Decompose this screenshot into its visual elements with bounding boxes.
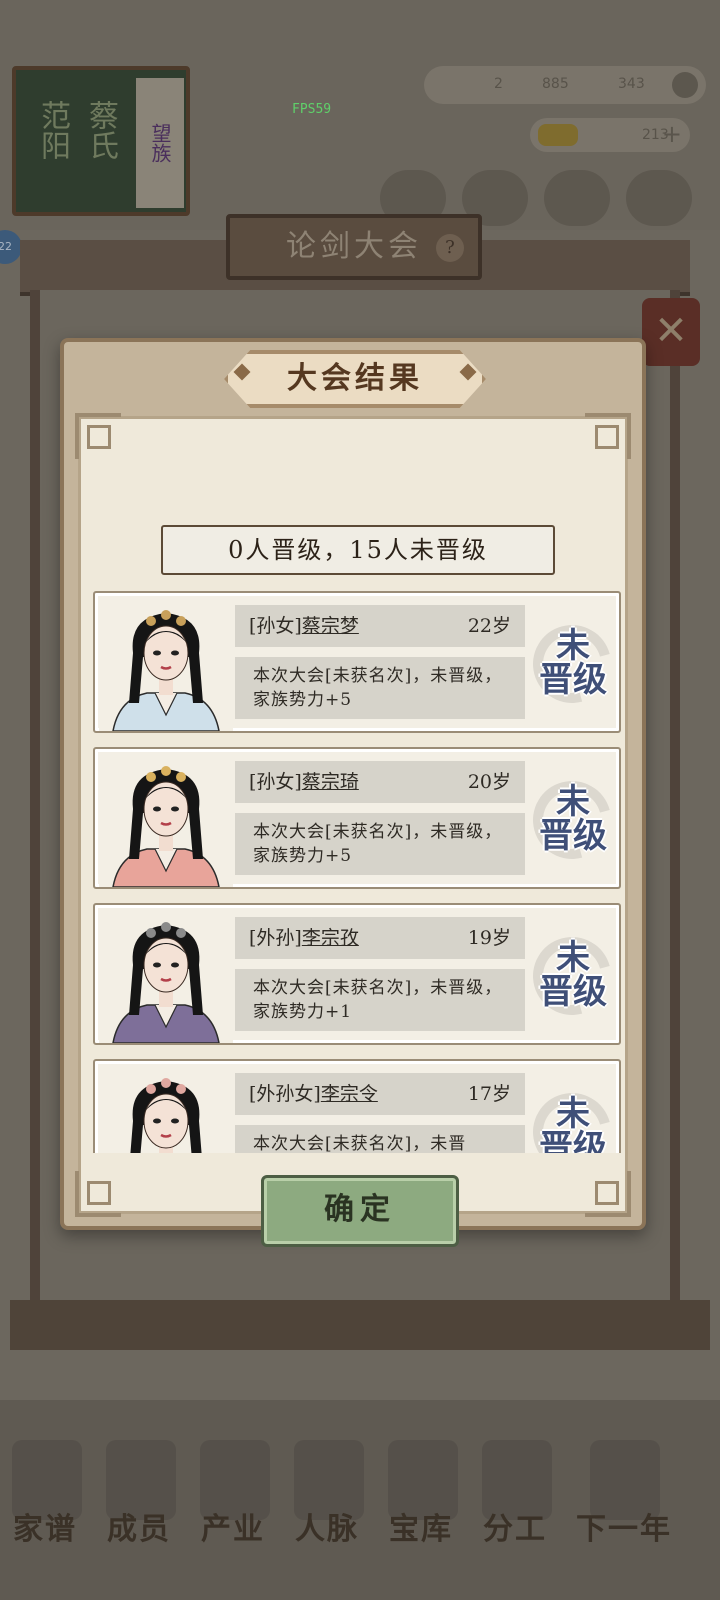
family-origin: 范阳 bbox=[35, 100, 70, 160]
member-name-row: [外孙]李宗孜 19岁 bbox=[235, 917, 525, 959]
member-result-list[interactable]: [孙女]蔡宗梦 22岁 本次大会[未获名次]，未晋级，家族势力+5 未晋级 [孙… bbox=[93, 591, 621, 1153]
portrait-image bbox=[99, 1065, 233, 1153]
member-portrait bbox=[99, 753, 233, 887]
member-result-card: [孙女]蔡宗梦 22岁 本次大会[未获名次]，未晋级，家族势力+5 未晋级 bbox=[93, 591, 621, 733]
dialog-content: 0人晋级，15人未晋级 [孙女]蔡宗梦 22岁 本次大会[未获名次]，未晋级，家… bbox=[75, 413, 631, 1247]
member-name-row: [外孙女]李宗令 17岁 bbox=[235, 1073, 525, 1115]
member-result-description: 本次大会[未获名次]，未晋级，家族势力+1 bbox=[235, 969, 525, 1031]
level-badge[interactable]: 22 bbox=[0, 230, 22, 264]
resource-value-3: 343 bbox=[618, 76, 645, 92]
member-relation: [外孙] bbox=[249, 927, 302, 949]
not-advanced-stamp: 未晋级 bbox=[518, 922, 621, 1030]
portrait-image bbox=[99, 753, 233, 887]
help-icon[interactable]: ? bbox=[436, 234, 464, 262]
stamp-text: 未晋级 bbox=[539, 782, 607, 856]
close-icon[interactable]: ✕ bbox=[642, 298, 700, 366]
member-result-description: 本次大会[未获名次]，未晋级，家族势力+5 bbox=[235, 657, 525, 719]
member-portrait bbox=[99, 597, 233, 731]
member-name-link[interactable]: 蔡宗梦 bbox=[302, 615, 359, 637]
result-dialog: 大会结果 0人晋级，15人未晋级 [孙女]蔡宗梦 22岁 本次大会[未获名次]，… bbox=[60, 338, 646, 1247]
lattice-corner bbox=[75, 413, 121, 459]
member-result-card: [孙女]蔡宗琦 20岁 本次大会[未获名次]，未晋级，家族势力+5 未晋级 bbox=[93, 747, 621, 889]
stamp-text: 未晋级 bbox=[539, 626, 607, 700]
coin-icon[interactable] bbox=[672, 72, 698, 98]
nav-members[interactable]: 成员 bbox=[94, 1504, 184, 1548]
nav-genealogy[interactable]: 家谱 bbox=[0, 1504, 90, 1548]
member-result-card: [外孙]李宗孜 19岁 本次大会[未获名次]，未晋级，家族势力+1 未晋级 bbox=[93, 903, 621, 1045]
member-name-row: [孙女]蔡宗琦 20岁 bbox=[235, 761, 525, 803]
member-result-description: 本次大会[未获名次]，未晋级，家族势力+5 bbox=[235, 813, 525, 875]
member-relation: [孙女] bbox=[249, 771, 302, 793]
lattice-corner bbox=[585, 413, 631, 459]
member-name-link[interactable]: 李宗令 bbox=[321, 1083, 378, 1105]
gold-ingot-icon bbox=[538, 124, 578, 146]
result-summary: 0人晋级，15人未晋级 bbox=[161, 525, 555, 575]
dialog-title: 大会结果 bbox=[224, 350, 486, 408]
member-result-card: [外孙女]李宗令 17岁 本次大会[未获名次]，未晋 未晋级 bbox=[93, 1059, 621, 1153]
nav-next-year[interactable]: 下一年 bbox=[564, 1504, 684, 1548]
member-name-link[interactable]: 李宗孜 bbox=[302, 927, 359, 949]
nav-treasury[interactable]: 宝库 bbox=[376, 1504, 466, 1548]
resource-bar: 2 885 343 bbox=[424, 66, 706, 104]
member-age: 19岁 bbox=[467, 927, 511, 949]
member-portrait bbox=[99, 909, 233, 1043]
portrait-image bbox=[99, 909, 233, 1043]
pavilion-title: 论剑大会 ? bbox=[226, 214, 482, 280]
member-relation: [外孙女] bbox=[249, 1083, 321, 1105]
brush-icon[interactable] bbox=[544, 170, 610, 226]
member-age: 20岁 bbox=[467, 771, 511, 793]
lattice-corner bbox=[585, 1171, 631, 1217]
nav-industry[interactable]: 产业 bbox=[188, 1504, 278, 1548]
member-result-description: 本次大会[未获名次]，未晋 bbox=[235, 1125, 525, 1153]
member-name-row: [孙女]蔡宗梦 22岁 bbox=[235, 605, 525, 647]
member-name-link[interactable]: 蔡宗琦 bbox=[302, 771, 359, 793]
family-plaque[interactable]: 范阳 蔡氏 望族 bbox=[12, 66, 190, 216]
globe-icon[interactable] bbox=[626, 170, 692, 226]
resource-value-1: 2 bbox=[494, 76, 503, 92]
portrait-image bbox=[99, 597, 233, 731]
add-gold-icon[interactable]: + bbox=[662, 120, 682, 148]
not-advanced-stamp: 未晋级 bbox=[518, 610, 621, 718]
fps-counter: FPS59 bbox=[292, 102, 332, 117]
stamp-text: 未晋级 bbox=[539, 938, 607, 1012]
member-portrait bbox=[99, 1065, 233, 1153]
family-rank-tag: 望族 bbox=[136, 78, 184, 208]
pavilion-base bbox=[10, 1300, 710, 1350]
lattice-corner bbox=[75, 1171, 121, 1217]
pavilion-title-text: 论剑大会 bbox=[286, 229, 422, 264]
stamp-text: 未晋级 bbox=[539, 1094, 607, 1153]
bottom-nav: 家谱 成员 产业 人脉 宝库 分工 下一年 bbox=[0, 1400, 720, 1600]
family-name: 蔡氏 bbox=[83, 100, 118, 160]
resource-value-2: 885 bbox=[542, 76, 569, 92]
not-advanced-stamp: 未晋级 bbox=[518, 1078, 621, 1153]
nav-assignment[interactable]: 分工 bbox=[470, 1504, 560, 1548]
member-age: 22岁 bbox=[467, 615, 511, 637]
member-age: 17岁 bbox=[467, 1083, 511, 1105]
gold-bar: 213 + bbox=[530, 118, 690, 152]
nav-network[interactable]: 人脉 bbox=[282, 1504, 372, 1548]
member-relation: [孙女] bbox=[249, 615, 302, 637]
not-advanced-stamp: 未晋级 bbox=[518, 766, 621, 874]
confirm-button[interactable]: 确定 bbox=[261, 1175, 459, 1247]
